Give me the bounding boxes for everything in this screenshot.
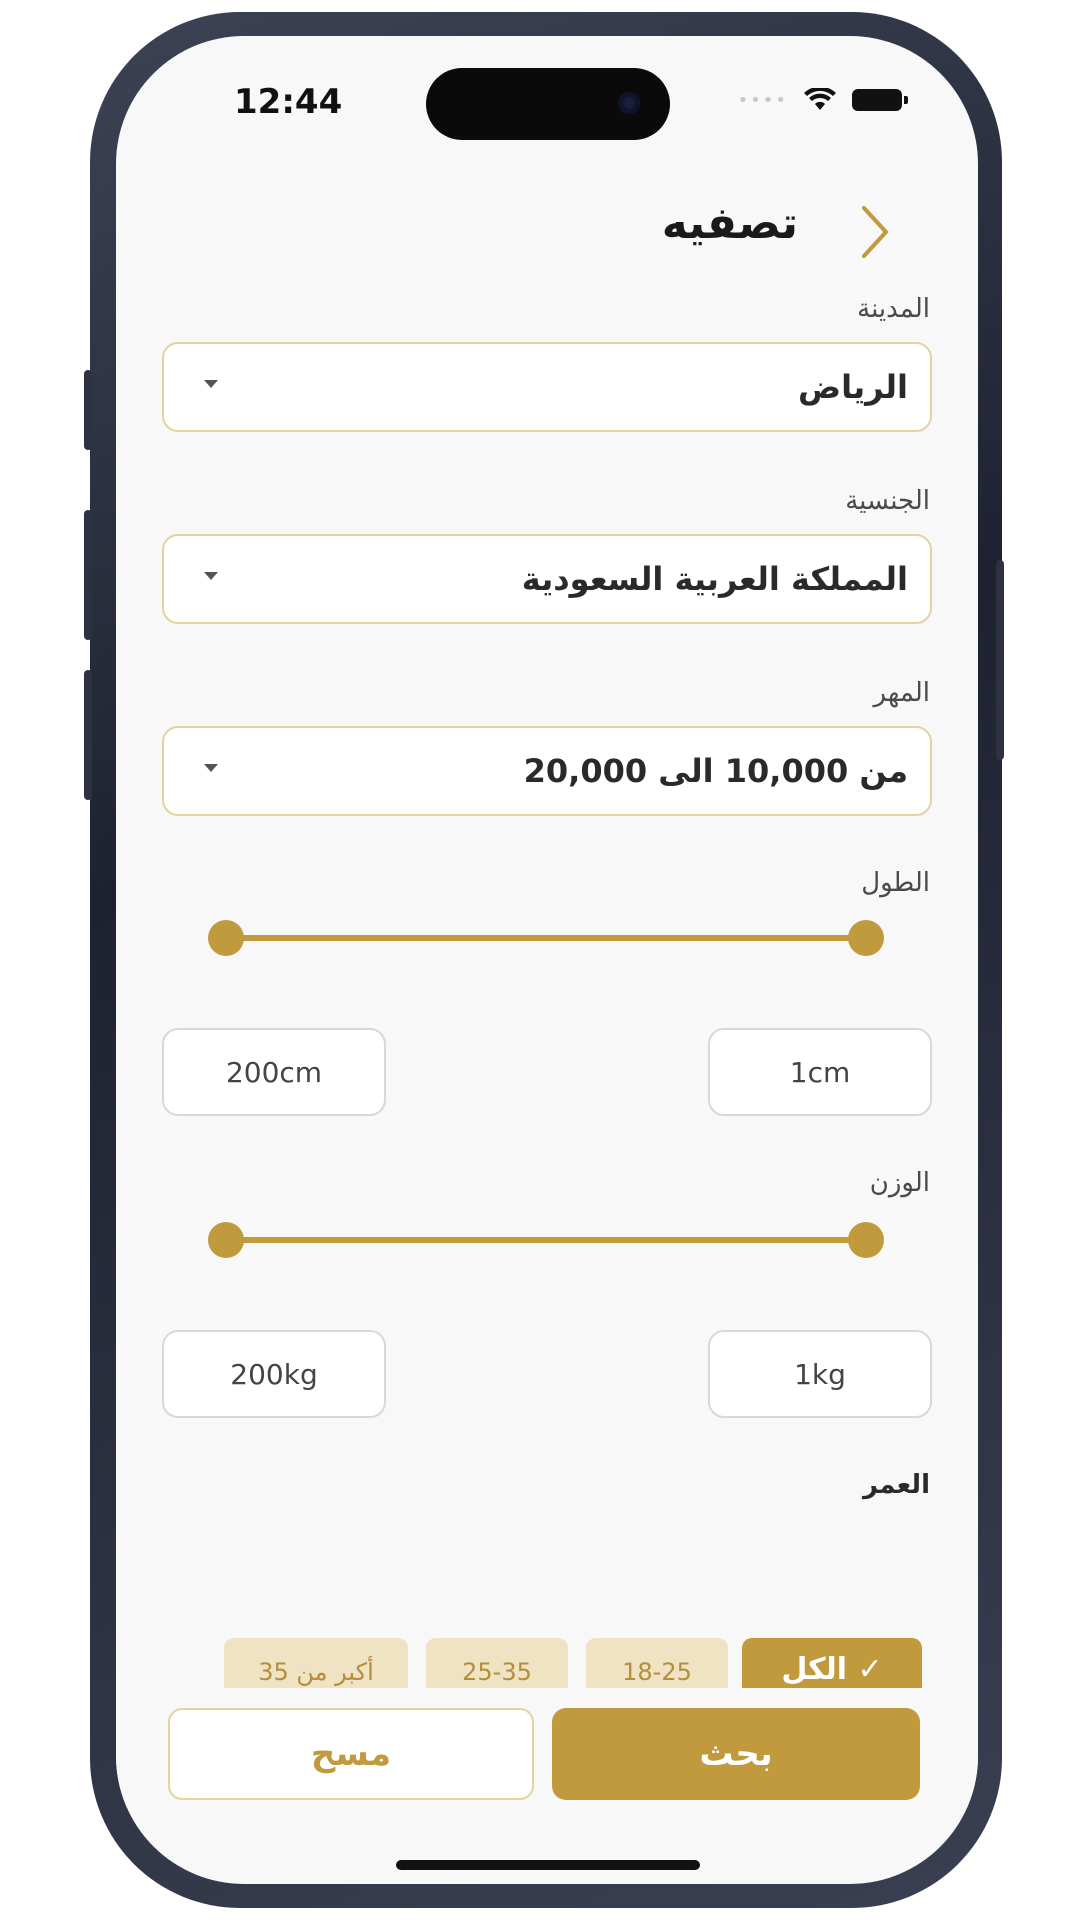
volume-up-button <box>84 510 92 640</box>
age-chip-label: 25-35 <box>462 1658 532 1686</box>
weight-min-field[interactable]: 1kg <box>708 1330 932 1418</box>
height-max-field[interactable]: 200cm <box>162 1028 386 1116</box>
dowry-label: المهر <box>873 678 930 708</box>
page-title: تصفيه <box>661 198 798 249</box>
height-max-handle[interactable] <box>848 920 884 956</box>
dynamic-island <box>426 68 670 140</box>
dowry-value: من 10,000 الى 20,000 <box>523 752 908 790</box>
signal-icon: •••• <box>737 89 788 111</box>
city-select[interactable]: الرياض <box>162 342 932 432</box>
action-bar: بحث مسح <box>116 1688 978 1808</box>
nationality-value: المملكة العربية السعودية <box>521 560 908 598</box>
check-icon: ✓ <box>857 1652 883 1687</box>
slider-track <box>224 1237 868 1243</box>
dropdown-caret-icon <box>204 764 218 772</box>
nationality-select[interactable]: المملكة العربية السعودية <box>162 534 932 624</box>
weight-max-handle[interactable] <box>848 1222 884 1258</box>
weight-min-handle[interactable] <box>208 1222 244 1258</box>
power-button <box>996 560 1004 760</box>
clear-button[interactable]: مسح <box>168 1708 534 1800</box>
slider-track <box>224 935 868 941</box>
header: تصفيه <box>116 196 978 266</box>
home-indicator[interactable] <box>396 1860 700 1870</box>
weight-label: الوزن <box>869 1168 930 1198</box>
app-screen: 12:44 •••• تصفيه المدينة الرياض الجنسية … <box>116 36 978 1884</box>
age-label: العمر <box>863 1470 930 1500</box>
back-chevron-icon[interactable] <box>858 204 892 260</box>
wifi-icon <box>804 88 836 110</box>
dropdown-caret-icon <box>204 572 218 580</box>
age-chip-label: الكل <box>781 1652 848 1687</box>
age-chip-label: 18-25 <box>622 1658 692 1686</box>
weight-range-slider[interactable] <box>208 1218 884 1262</box>
height-label: الطول <box>861 868 930 898</box>
search-button[interactable]: بحث <box>552 1708 920 1800</box>
status-time: 12:44 <box>234 82 343 122</box>
city-value: الرياض <box>798 368 908 406</box>
mute-switch <box>84 370 92 450</box>
nationality-label: الجنسية <box>845 486 930 516</box>
height-range-slider[interactable] <box>208 916 884 960</box>
age-chip-label: أكبر من 35 <box>258 1658 374 1686</box>
battery-icon <box>852 89 908 111</box>
height-min-field[interactable]: 1cm <box>708 1028 932 1116</box>
camera-icon <box>618 92 640 114</box>
dropdown-caret-icon <box>204 380 218 388</box>
volume-down-button <box>84 670 92 800</box>
status-icons: •••• <box>737 88 908 112</box>
weight-max-field[interactable]: 200kg <box>162 1330 386 1418</box>
city-label: المدينة <box>857 294 930 324</box>
height-min-handle[interactable] <box>208 920 244 956</box>
dowry-select[interactable]: من 10,000 الى 20,000 <box>162 726 932 816</box>
